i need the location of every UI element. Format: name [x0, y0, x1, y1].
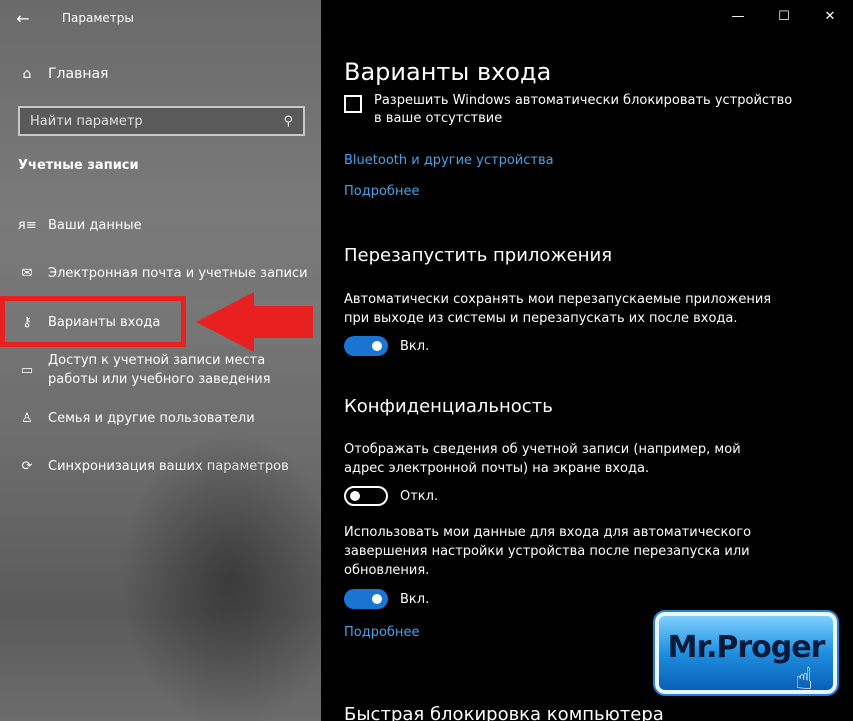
auto-lock-checkbox[interactable]	[344, 95, 362, 113]
account-info-description: Отображать сведения об учетной записи (н…	[344, 442, 741, 476]
sidebar-item-sync[interactable]: ⟳ Синхронизация ваших параметров	[0, 457, 321, 476]
nav-home[interactable]: ⌂ Главная	[0, 58, 321, 90]
quick-lock-heading: Быстрая блокировка компьютера	[344, 704, 664, 721]
maximize-icon: ☐	[778, 8, 790, 24]
restart-apps-toggle-label: Вкл.	[400, 338, 430, 354]
sidebar-item-email[interactable]: ✉ Электронная почта и учетные записи	[0, 264, 321, 283]
family-icon: ♙	[21, 411, 33, 426]
home-icon: ⌂	[22, 66, 32, 82]
title-bar-left: ← Параметры	[0, 0, 321, 36]
sync-icon: ⟳	[21, 459, 33, 474]
search-input[interactable]	[30, 113, 270, 129]
close-icon: ✕	[824, 8, 836, 24]
search-box[interactable]: ⚲	[18, 106, 305, 136]
sidebar-item-label: Электронная почта и учетные записи	[48, 266, 308, 281]
sidebar: ← Параметры ⌂ Главная ⚲ Учетные записи ᴙ…	[0, 0, 321, 721]
minimize-button[interactable]: —	[715, 0, 761, 32]
account-info-toggle[interactable]	[344, 486, 388, 506]
toggle-knob	[350, 491, 360, 501]
more-link-2[interactable]: Подробнее	[344, 625, 419, 640]
sidebar-item-label: Доступ к учетной записи места работы или…	[48, 353, 271, 387]
maximize-button[interactable]: ☐	[761, 0, 807, 32]
sidebar-item-your-info[interactable]: ᴙ≡ Ваши данные	[0, 216, 321, 235]
use-signin-toggle-label: Вкл.	[400, 591, 430, 607]
account-info-toggle-row[interactable]: Откл.	[344, 486, 438, 506]
watermark-text: Mr.Proger	[667, 630, 826, 665]
restart-apps-toggle[interactable]	[344, 336, 388, 356]
use-signin-toggle[interactable]	[344, 589, 388, 609]
sidebar-item-label: Ваши данные	[48, 218, 142, 233]
back-button[interactable]: ←	[0, 0, 46, 36]
pointer-hand-icon: ☝	[795, 662, 814, 697]
highlight-box	[0, 296, 186, 347]
section-title: Учетные записи	[18, 158, 139, 173]
sidebar-item-label: Семья и другие пользователи	[48, 411, 255, 426]
sidebar-item-family[interactable]: ♙ Семья и другие пользователи	[0, 409, 321, 428]
nav-home-label: Главная	[48, 66, 109, 82]
restart-apps-heading: Перезапустить приложения	[344, 245, 613, 266]
toggle-knob	[372, 594, 382, 604]
auto-lock-checkbox-row[interactable]: Разрешить Windows автоматически блокиров…	[344, 92, 794, 128]
toggle-knob	[372, 341, 382, 351]
person-card-icon: ᴙ≡	[18, 218, 37, 233]
auto-lock-checkbox-label: Разрешить Windows автоматически блокиров…	[374, 93, 793, 126]
use-signin-toggle-row[interactable]: Вкл.	[344, 589, 429, 609]
close-button[interactable]: ✕	[807, 0, 853, 32]
sidebar-item-label: Синхронизация ваших параметров	[48, 459, 289, 474]
minimize-icon: —	[731, 8, 745, 24]
use-signin-description: Использовать мои данные для входа для ав…	[344, 525, 752, 578]
sidebar-item-work-access[interactable]: ▭ Доступ к учетной записи места работы и…	[0, 351, 321, 389]
search-icon[interactable]: ⚲	[283, 114, 293, 129]
app-title: Параметры	[62, 11, 134, 25]
more-link-1[interactable]: Подробнее	[344, 184, 419, 199]
red-arrow-annotation	[196, 292, 313, 352]
bluetooth-link[interactable]: Bluetooth и другие устройства	[344, 153, 554, 168]
restart-apps-description: Автоматически сохранять мои перезапускае…	[344, 292, 772, 326]
page-title: Варианты входа	[344, 58, 552, 86]
briefcase-icon: ▭	[20, 363, 34, 378]
back-arrow-icon: ←	[16, 8, 30, 28]
mr-proger-watermark: Mr.Proger ☝	[655, 612, 837, 697]
privacy-heading: Конфиденциальность	[344, 396, 553, 417]
mail-icon: ✉	[21, 266, 33, 281]
account-info-toggle-label: Откл.	[400, 488, 439, 504]
restart-apps-toggle-row[interactable]: Вкл.	[344, 336, 429, 356]
window-controls: — ☐ ✕	[715, 0, 853, 32]
